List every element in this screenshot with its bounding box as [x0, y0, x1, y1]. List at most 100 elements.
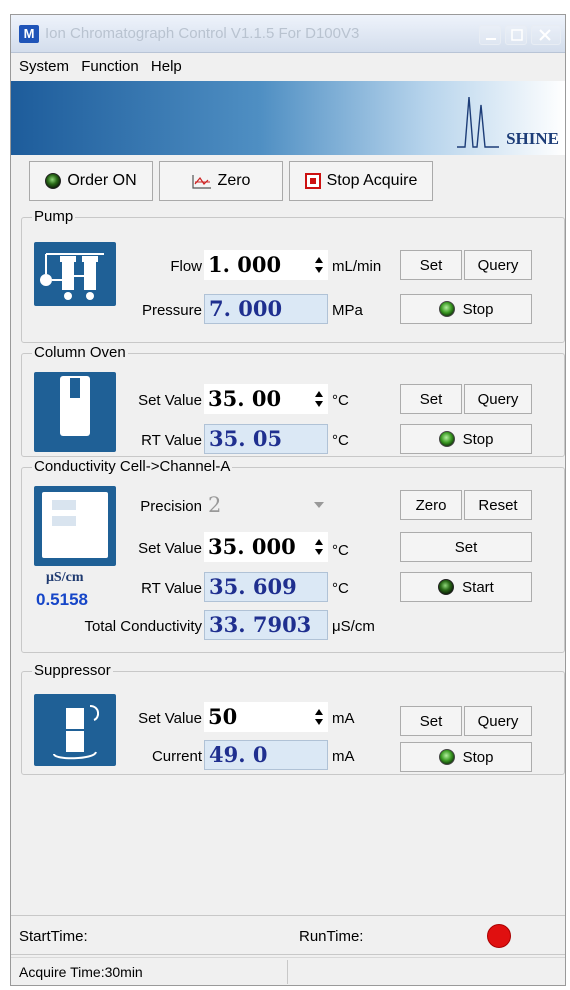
suppressor-graphic-icon: [53, 705, 100, 760]
cell-rt-unit: °C: [332, 580, 349, 597]
oven-set-btn-label: Set: [419, 390, 443, 408]
stop-acquire-label: Stop Acquire: [326, 172, 418, 189]
acquire-time-text: Acquire Time:30min: [19, 964, 143, 980]
cell-reset-label: Reset: [478, 496, 518, 514]
cell-start-label: Start: [462, 578, 494, 596]
zero-chart-icon: [191, 175, 211, 189]
cell-rt-readout: 35. 609: [204, 572, 328, 602]
window-title: Ion Chromatograph Control V1.1.5 For D10…: [45, 25, 360, 42]
oven-rt-readout: 35. 05: [204, 424, 328, 454]
stop-square-icon: [304, 173, 321, 189]
pump-set-label: Set: [419, 256, 443, 274]
menu-help[interactable]: Help: [143, 54, 182, 75]
oven-set-button[interactable]: Set: [400, 384, 462, 414]
pump-title: Pump: [32, 208, 76, 225]
conductivity-cell-icon: [34, 486, 116, 566]
flow-label: Flow: [170, 258, 202, 275]
flow-unit: mL/min: [332, 258, 382, 275]
status-divider: [287, 960, 289, 984]
acquire-status-bar: Acquire Time:30min: [11, 957, 565, 985]
cell-set-value: 35. 000: [208, 534, 296, 559]
cell-set-btn-label: Set: [454, 538, 478, 556]
suppressor-set-input[interactable]: 50: [204, 702, 328, 732]
cell-reset-button[interactable]: Reset: [464, 490, 532, 520]
suppressor-title: Suppressor: [32, 662, 113, 679]
precision-value: 2: [208, 493, 222, 517]
flow-spin-icon[interactable]: [314, 256, 324, 274]
run-status-indicator-icon: [487, 924, 511, 948]
menu-function[interactable]: Function: [73, 54, 139, 75]
minimize-icon: [486, 38, 496, 40]
main-window: M Ion Chromatograph Control V1.1.5 For D…: [10, 14, 566, 986]
maximize-button[interactable]: [505, 25, 527, 45]
cell-icon-value: 0.5158: [36, 590, 88, 609]
flow-value: 1. 000: [208, 252, 282, 277]
pump-set-button[interactable]: Set: [400, 250, 462, 280]
oven-stop-label: Stop: [462, 430, 494, 448]
pump-stop-led-icon: [438, 301, 455, 317]
oven-set-label: Set Value: [138, 392, 202, 409]
pressure-unit: MPa: [332, 302, 363, 319]
flow-input[interactable]: 1. 000: [204, 250, 328, 280]
pump-stop-label: Stop: [462, 300, 494, 318]
column-oven-title: Column Oven: [32, 344, 128, 361]
start-time-label: StartTime:: [19, 928, 88, 945]
suppressor-spin-icon[interactable]: [314, 708, 324, 726]
menu-system[interactable]: System: [11, 54, 69, 75]
oven-set-value: 35. 00: [208, 386, 282, 411]
title-bar[interactable]: M Ion Chromatograph Control V1.1.5 For D…: [11, 15, 565, 53]
suppressor-set-unit: mA: [332, 710, 355, 727]
pressure-label: Pressure: [141, 302, 202, 319]
minimize-button[interactable]: [479, 25, 501, 45]
cell-set-button[interactable]: Set: [400, 532, 532, 562]
time-status-bar: StartTime: RunTime:: [11, 915, 565, 955]
stop-acquire-button[interactable]: Stop Acquire: [289, 161, 433, 201]
close-button[interactable]: [531, 25, 561, 45]
conductivity-cell-title: Conductivity Cell->Channel-A: [32, 458, 233, 475]
pump-query-button[interactable]: Query: [464, 250, 532, 280]
oven-set-input[interactable]: 35. 00: [204, 384, 328, 414]
column-oven-group: Column Oven Set Value 35. 00 °C Set Quer…: [21, 344, 565, 457]
pump-icon: [34, 242, 116, 306]
cell-set-label: Set Value: [138, 540, 202, 557]
order-on-button[interactable]: Order ON: [29, 161, 153, 201]
cell-set-unit: °C: [332, 542, 349, 559]
oven-graphic-icon: [60, 376, 90, 436]
cell-spin-icon[interactable]: [314, 538, 324, 556]
order-led-icon: [45, 173, 62, 189]
shine-logo-icon: [457, 96, 499, 148]
suppressor-group: Suppressor Set Value 50 mA Set Query Cur…: [21, 662, 565, 775]
cell-zero-label: Zero: [415, 496, 447, 514]
precision-label: Precision: [140, 498, 202, 515]
zero-button[interactable]: Zero: [159, 161, 283, 201]
oven-stop-led-icon: [438, 431, 455, 447]
run-time-label: RunTime:: [299, 928, 364, 945]
order-on-label: Order ON: [67, 172, 137, 189]
suppressor-stop-button[interactable]: Stop: [400, 742, 532, 772]
oven-stop-button[interactable]: Stop: [400, 424, 532, 454]
cell-graphic-icon: [42, 492, 108, 558]
suppressor-query-button[interactable]: Query: [464, 706, 532, 736]
suppressor-stop-led-icon: [438, 749, 455, 765]
cell-start-led-icon: [438, 579, 455, 595]
header-banner: SHINE: [11, 81, 565, 155]
oven-query-button[interactable]: Query: [464, 384, 532, 414]
suppressor-current-label: Current: [151, 748, 202, 765]
suppressor-set-label: Set Value: [138, 710, 202, 727]
brand-logo-text: SHINE: [506, 129, 559, 148]
suppressor-set-btn-label: Set: [419, 712, 443, 730]
total-conductivity-label: Total Conductivity: [84, 618, 202, 635]
total-conductivity-unit: μS/cm: [332, 618, 375, 635]
precision-select[interactable]: 2: [204, 490, 328, 520]
menu-bar: System Function Help: [11, 54, 565, 80]
cell-start-button[interactable]: Start: [400, 572, 532, 602]
pump-stop-button[interactable]: Stop: [400, 294, 532, 324]
column-oven-icon: [34, 372, 116, 452]
oven-spin-icon[interactable]: [314, 390, 324, 408]
cell-set-input[interactable]: 35. 000: [204, 532, 328, 562]
suppressor-current-unit: mA: [332, 748, 355, 765]
cell-zero-button[interactable]: Zero: [400, 490, 462, 520]
oven-rt-unit: °C: [332, 432, 349, 449]
suppressor-set-button[interactable]: Set: [400, 706, 462, 736]
conductivity-cell-group: Conductivity Cell->Channel-A μS/cm 0.515…: [21, 458, 565, 653]
